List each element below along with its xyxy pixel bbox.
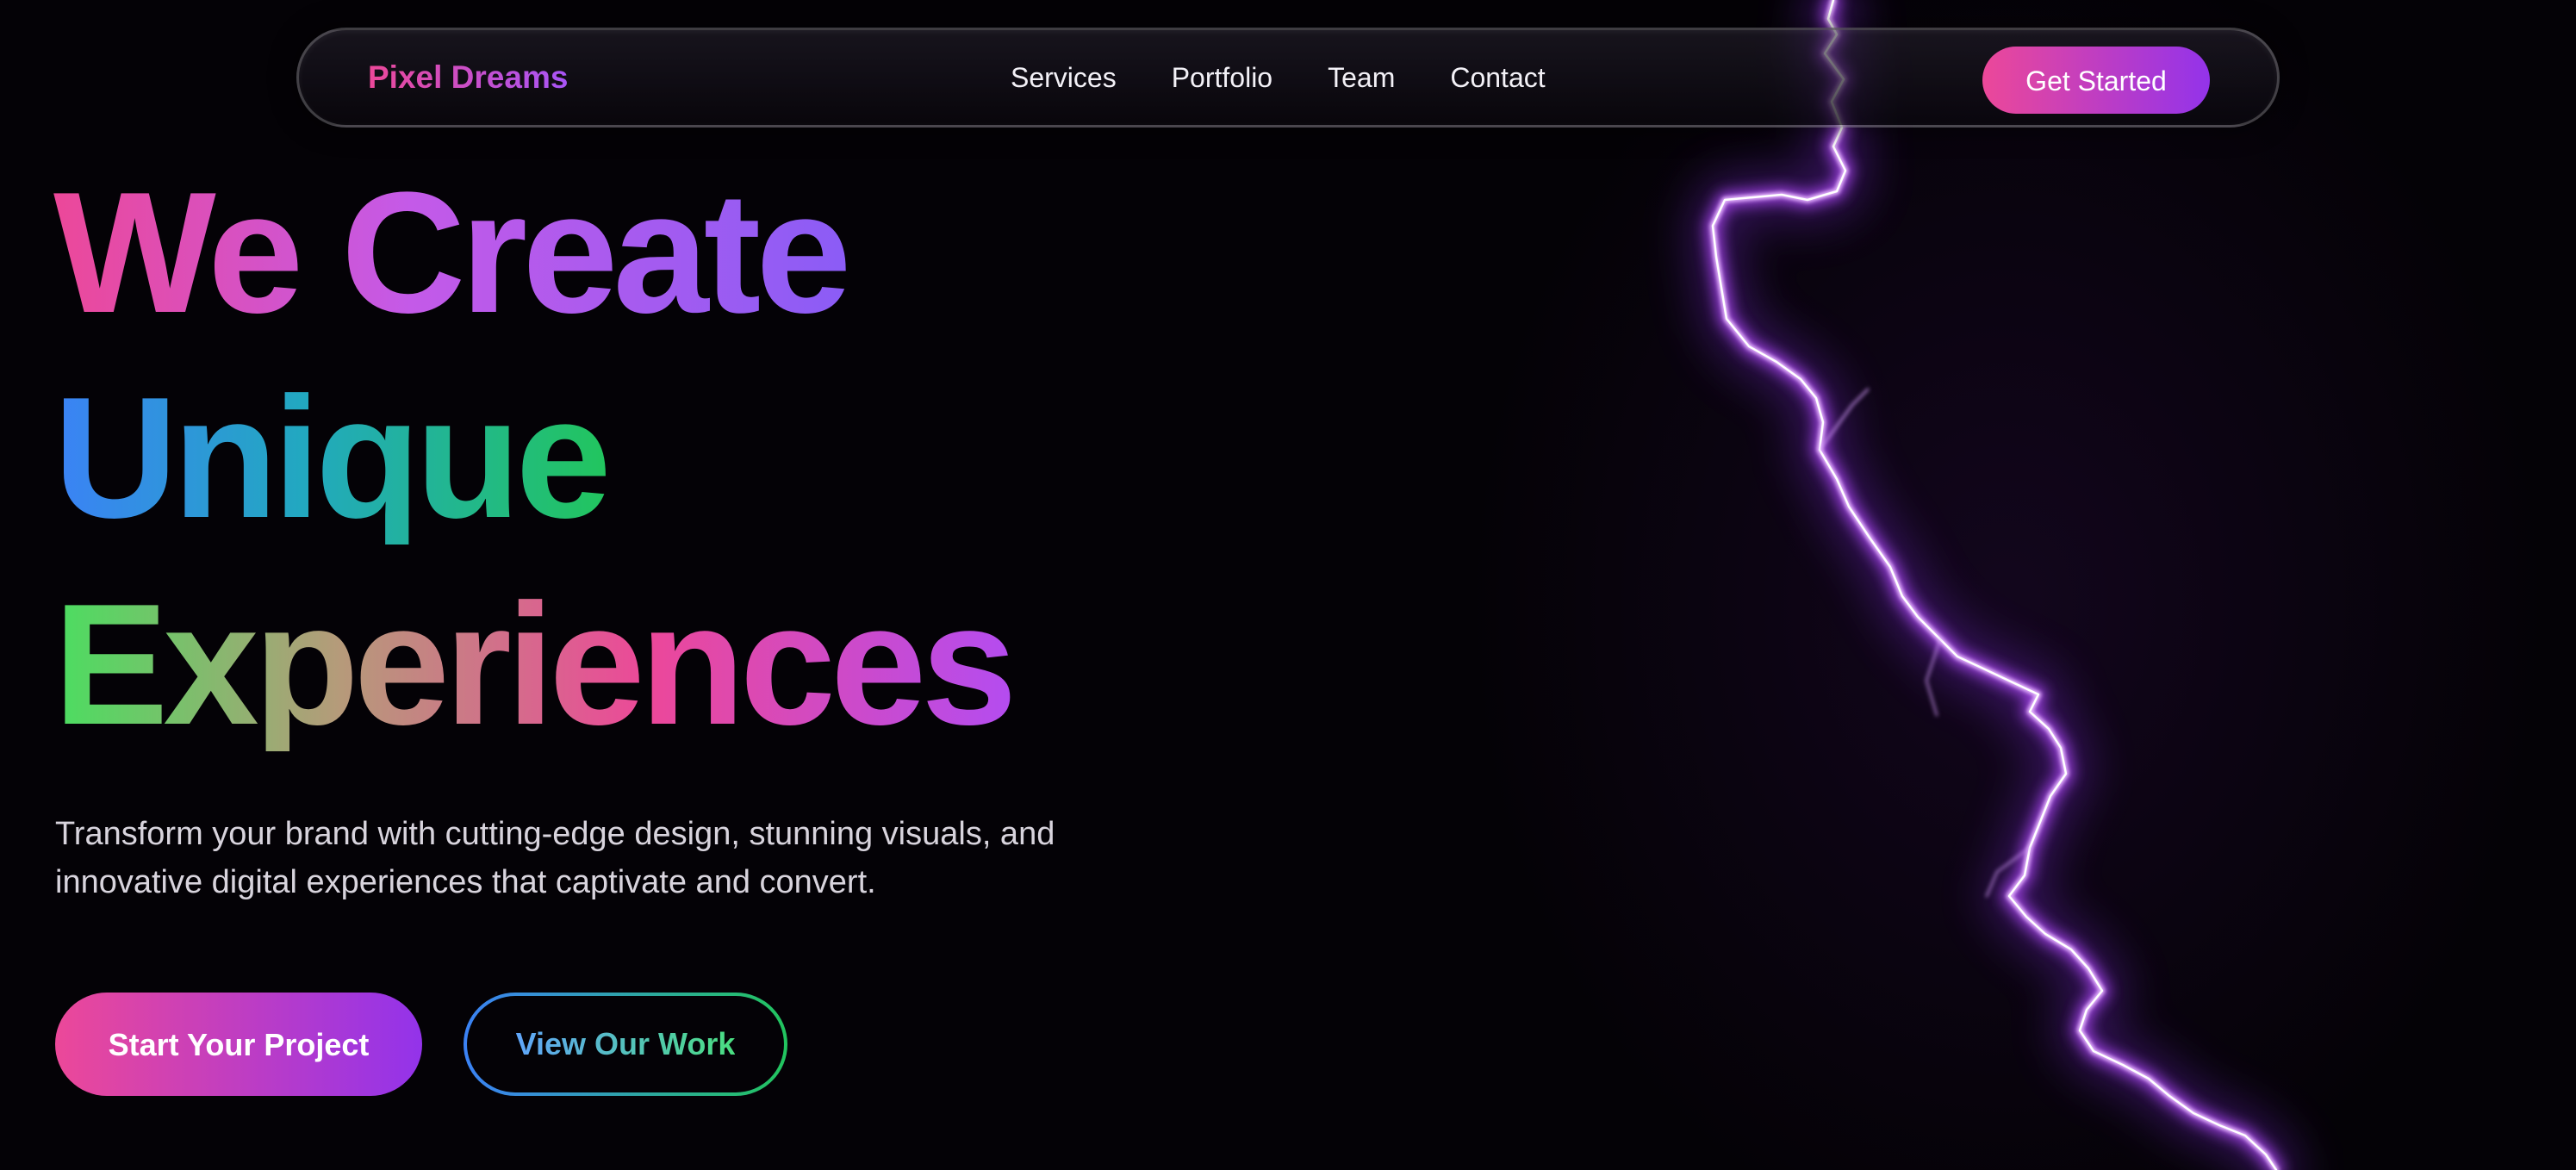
hero-subtitle-line-2: innovative digital experiences that capt… xyxy=(55,864,876,900)
get-started-button[interactable]: Get Started xyxy=(1982,47,2210,114)
hero-subtitle-line-1: Transform your brand with cutting-edge d… xyxy=(55,816,1055,852)
view-work-button-inner: View Our Work xyxy=(467,996,784,1092)
hero-subtitle: Transform your brand with cutting-edge d… xyxy=(55,810,1192,906)
nav-links: Services Portfolio Team Contact xyxy=(1011,30,1546,125)
headline-line-3: Experiences xyxy=(53,569,1017,761)
navbar: Pixel Dreams Services Portfolio Team Con… xyxy=(296,28,2280,128)
brand-logo[interactable]: Pixel Dreams xyxy=(368,30,568,125)
view-work-button-label: View Our Work xyxy=(515,1026,736,1061)
nav-link-contact[interactable]: Contact xyxy=(1450,62,1545,94)
nav-link-team[interactable]: Team xyxy=(1328,62,1395,94)
page: Pixel Dreams Services Portfolio Team Con… xyxy=(0,0,2576,1170)
start-project-button[interactable]: Start Your Project xyxy=(55,993,422,1096)
headline-line-1: We Create xyxy=(53,157,852,349)
view-work-button[interactable]: View Our Work xyxy=(464,993,787,1096)
headline-line-2: Unique xyxy=(53,362,612,554)
nav-link-services[interactable]: Services xyxy=(1011,62,1117,94)
nav-link-portfolio[interactable]: Portfolio xyxy=(1172,62,1272,94)
